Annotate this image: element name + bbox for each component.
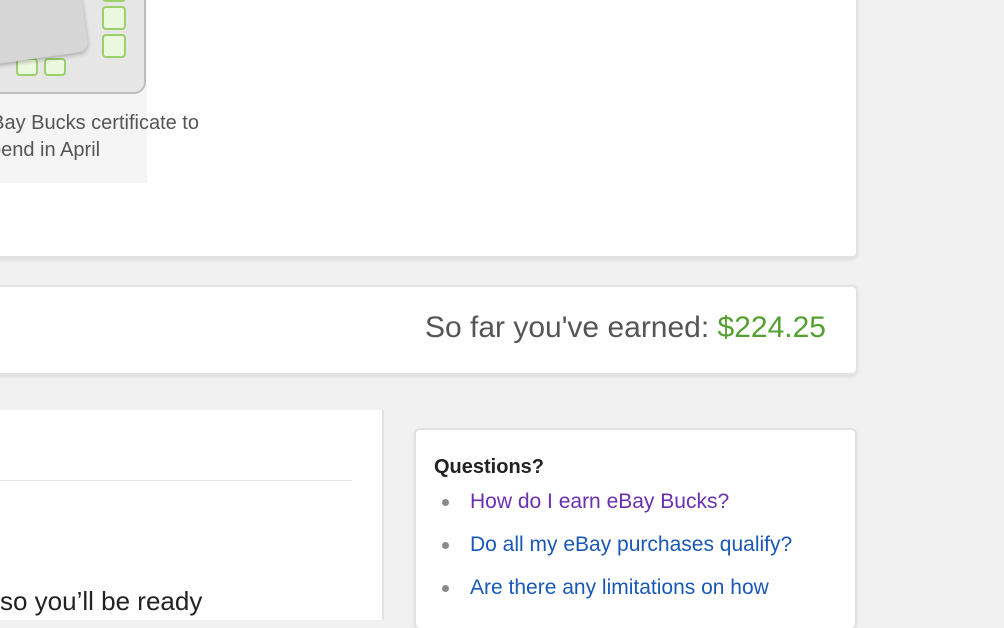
bullet-icon bbox=[442, 499, 449, 506]
main-content-panel: so you’ll be ready bbox=[0, 410, 384, 620]
bullet-icon bbox=[442, 542, 449, 549]
certificate-caption-line: eBay Bucks certificate to bbox=[0, 112, 199, 134]
ebay-bucks-logo: Bucks bbox=[0, 0, 28, 35]
questions-card: Questions? How do I earn eBay Bucks? Do … bbox=[414, 428, 857, 628]
grid-square-icon bbox=[102, 34, 126, 58]
divider bbox=[0, 480, 352, 481]
list-item: Are there any limitations on how bbox=[434, 576, 792, 600]
certificate-graphic: Bucks bbox=[0, 0, 146, 94]
ebay-bucks-certificate-tile[interactable]: Bucks eBay Bucks certificate to spend in… bbox=[0, 0, 199, 183]
questions-title: Questions? bbox=[434, 456, 545, 478]
certificate-caption: eBay Bucks certificate to spend in April bbox=[0, 110, 199, 164]
certificate-caption-line: spend in April bbox=[0, 139, 101, 161]
faq-link-earn[interactable]: How do I earn eBay Bucks? bbox=[470, 490, 729, 513]
questions-list: How do I earn eBay Bucks? Do all my eBay… bbox=[434, 490, 792, 619]
bullet-icon bbox=[442, 585, 449, 592]
grid-square-icon bbox=[102, 0, 126, 2]
main-content-text: so you’ll be ready bbox=[0, 586, 203, 616]
earnings-label: So far you've earned: bbox=[424, 311, 710, 344]
faq-link-qualify[interactable]: Do all my eBay purchases qualify? bbox=[470, 533, 792, 556]
earnings-summary: So far you've earned: $224.25 bbox=[425, 311, 826, 345]
earnings-amount: $224.25 bbox=[717, 311, 826, 344]
earnings-summary-card: So far you've earned: $224.25 bbox=[0, 285, 858, 375]
grid-square-icon bbox=[44, 58, 66, 76]
certificate-card: Bucks eBay Bucks certificate to spend in… bbox=[0, 0, 858, 258]
faq-link-limitations[interactable]: Are there any limitations on how bbox=[470, 576, 769, 599]
list-item: Do all my eBay purchases qualify? bbox=[434, 533, 792, 557]
list-item: How do I earn eBay Bucks? bbox=[434, 490, 792, 514]
grid-square-icon bbox=[102, 6, 126, 30]
